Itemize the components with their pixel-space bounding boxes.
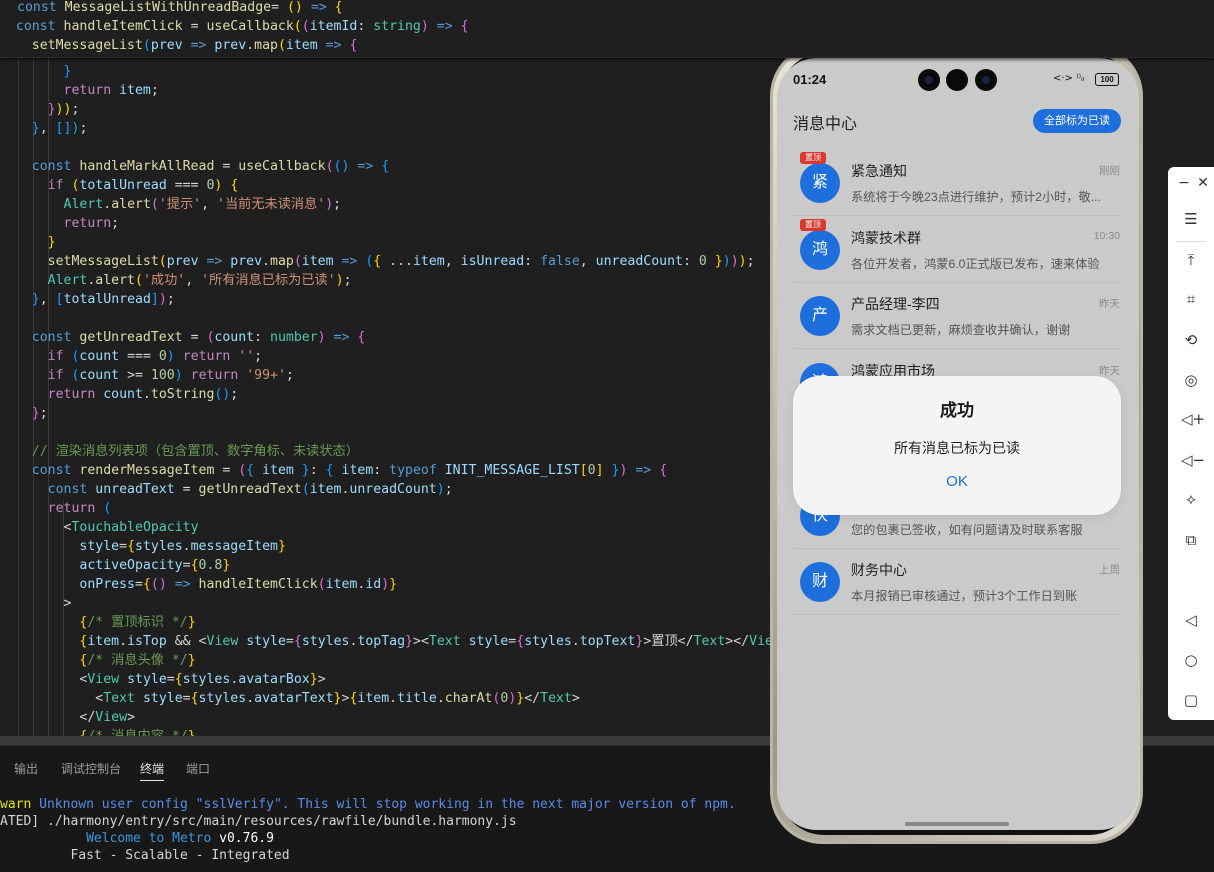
- code-line: }, [totalUnread]);: [31, 292, 175, 307]
- code-line: Alert.alert('成功', '所有消息已标为已读');: [47, 273, 352, 288]
- code-line: return count.toString();: [47, 387, 239, 402]
- home-icon[interactable]: ○: [1181, 650, 1201, 670]
- code-line: Alert.alert('提示', '当前无未读消息');: [63, 197, 342, 212]
- code-line: const renderMessageItem = ({ item }: { i…: [0, 463, 668, 478]
- code-line: }, []);: [31, 121, 88, 136]
- tab-debug-console[interactable]: 调试控制台: [61, 760, 121, 777]
- screenshot-icon[interactable]: ◎: [1181, 370, 1201, 390]
- code-line: setMessageList(prev => prev.map(item => …: [31, 38, 358, 53]
- code-line: const handleItemClick = useCallback((ite…: [0, 19, 469, 34]
- close-icon[interactable]: ✕: [1193, 173, 1213, 193]
- minimize-icon[interactable]: −: [1174, 173, 1194, 193]
- code-line: {/* 置顶标识 */}: [79, 615, 196, 630]
- sticky-scroll-header[interactable]: const MessageListWithUnreadBadge= () => …: [0, 0, 1214, 58]
- multi-window-icon[interactable]: ⧉: [1181, 530, 1201, 550]
- code-line: }: [47, 235, 56, 250]
- menu-icon[interactable]: ☰: [1181, 209, 1201, 229]
- code-line: <View style={styles.avatarBox}>: [79, 672, 326, 687]
- code-line: return item;: [63, 83, 159, 98]
- volume-up-icon[interactable]: ◁+: [1181, 409, 1205, 429]
- terminal-line: ATED] ./harmony/entry/src/main/resources…: [0, 814, 517, 829]
- toolbar-divider: [1176, 241, 1206, 242]
- tab-output[interactable]: 输出: [14, 760, 38, 777]
- code-line: </View>: [79, 710, 136, 725]
- code-line: const unreadText = getUnreadText(item.un…: [0, 482, 453, 497]
- alert-message: 所有消息已标为已读: [894, 440, 1020, 456]
- rotate-icon[interactable]: ⟲: [1181, 330, 1201, 350]
- code-line: onPress={() => handleItemClick(item.id)}: [79, 577, 398, 592]
- code-line: };: [31, 406, 48, 421]
- code-line: if (count === 0) return '';: [47, 349, 263, 364]
- home-indicator[interactable]: [905, 822, 1009, 826]
- code-line: <TouchableOpacity: [63, 520, 199, 535]
- code-line: {/* 消息头像 */}: [79, 653, 196, 668]
- code-line: >: [63, 596, 72, 611]
- code-line: const MessageListWithUnreadBadge= () => …: [17, 0, 343, 15]
- terminal-line: warn Unknown user config "sslVerify". Th…: [0, 797, 736, 812]
- code-line: }: [63, 64, 72, 79]
- tab-ports[interactable]: 端口: [186, 760, 210, 777]
- code-line: return;: [63, 216, 120, 231]
- code-line: return (: [47, 501, 112, 516]
- terminal-line: Fast - Scalable - Integrated: [0, 848, 290, 863]
- code-line: activeOpacity={0.8}: [79, 558, 231, 573]
- alert-ok-button[interactable]: OK: [927, 470, 987, 494]
- code-line: {item.isTop && <View style={styles.topTa…: [79, 634, 796, 649]
- pin-top-icon[interactable]: ⤒: [1181, 250, 1201, 270]
- code-line: }));: [47, 102, 80, 117]
- recents-icon[interactable]: ▢: [1181, 690, 1201, 710]
- code-line: if (count >= 100) return '99+';: [47, 368, 294, 383]
- code-line: // 渲染消息列表项（包含置顶、数字角标、未读状态）: [0, 444, 359, 459]
- alert-dialog: 成功 所有消息已标为已读 OK: [793, 376, 1121, 515]
- emulator-toolbar: − ✕ ☰ ⤒ ⌗ ⟲ ◎ ◁+ ◁− ⟡ ⧉ ◁ ○ ▢: [1168, 167, 1214, 720]
- tab-terminal[interactable]: 终端: [140, 760, 165, 781]
- phone-screen[interactable]: 01:24 <·> ⁾⁾ᵢₗ 100 消息中心 全部标为已读 紧置顶 紧急通知 刚刚…: [777, 58, 1139, 830]
- alert-title: 成功: [940, 401, 974, 420]
- back-icon[interactable]: ◁: [1181, 610, 1201, 630]
- code-line: setMessageList(prev => prev.map(item => …: [47, 254, 755, 269]
- volume-down-icon[interactable]: ◁−: [1181, 450, 1205, 470]
- crop-icon[interactable]: ⌗: [1181, 289, 1201, 309]
- code-line: style={styles.messageItem}: [79, 539, 286, 554]
- code-line: const getUnreadText = (count: number) =>…: [0, 330, 366, 345]
- code-line: <Text style={styles.avatarText}>{item.ti…: [95, 691, 580, 706]
- code-line: if (totalUnread === 0) {: [47, 178, 239, 193]
- shake-icon[interactable]: ⟡: [1181, 489, 1201, 509]
- code-line: const handleMarkAllRead = useCallback(()…: [0, 159, 390, 174]
- terminal-line: Welcome to Metro v0.76.9: [0, 831, 274, 846]
